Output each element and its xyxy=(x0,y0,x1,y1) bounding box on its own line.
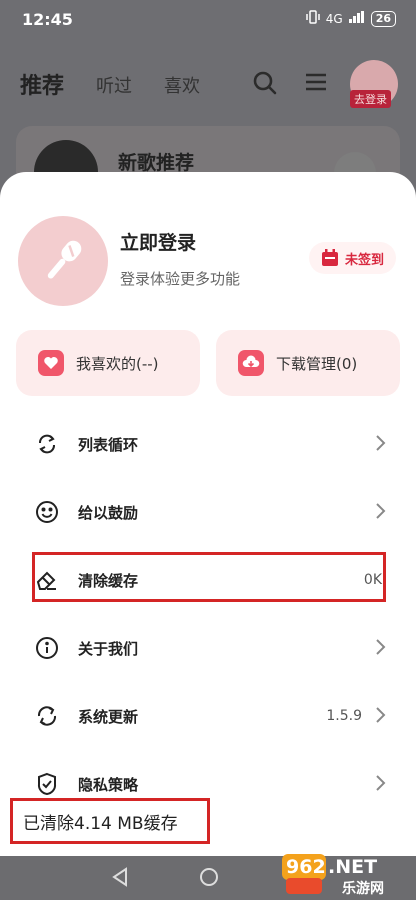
shield-check-icon xyxy=(34,771,60,797)
toast-message: 已清除4.14 MB缓存 xyxy=(10,798,210,844)
menu-label-privacy: 隐私策略 xyxy=(78,775,139,794)
settings-menu: 列表循环 给以鼓励 清除缓存 0K 关于我们 系统更新 1.5.9 隐私策略 xyxy=(0,410,416,818)
menu-label-loop: 列表循环 xyxy=(78,435,139,454)
chevron-right-icon xyxy=(374,706,386,728)
signin-button[interactable]: 未签到 xyxy=(308,242,396,274)
signal-icon xyxy=(348,11,365,26)
menu-item-loop[interactable]: 列表循环 xyxy=(0,410,416,478)
chevron-right-icon xyxy=(374,434,386,456)
loop-icon xyxy=(34,431,60,457)
menu-icon[interactable] xyxy=(304,70,328,98)
vibrate-icon xyxy=(306,10,320,27)
watermark-number: 962 xyxy=(286,856,326,878)
download-manager-button[interactable]: 下载管理(0) xyxy=(216,330,400,396)
watermark-sub: 乐游网 xyxy=(342,881,384,897)
refresh-icon xyxy=(34,703,60,729)
calendar-icon xyxy=(321,249,338,266)
chevron-right-icon xyxy=(374,774,386,796)
profile-avatar[interactable] xyxy=(18,216,108,306)
signin-label: 未签到 xyxy=(344,252,384,268)
network-label: 4G xyxy=(325,11,343,26)
login-title[interactable]: 立即登录 xyxy=(120,228,196,255)
battery-icon: 26 xyxy=(370,10,396,27)
menu-item-about[interactable]: 关于我们 xyxy=(0,614,416,682)
my-favorites-label: 我喜欢的(--) xyxy=(76,354,159,373)
toast-text: 已清除4.14 MB缓存 xyxy=(23,813,178,834)
login-subtitle: 登录体验更多功能 xyxy=(120,270,241,288)
menu-label-about: 关于我们 xyxy=(78,639,139,658)
new-songs-title: 新歌推荐 xyxy=(118,152,195,174)
back-icon[interactable] xyxy=(110,866,130,892)
status-icons: 4G 26 xyxy=(306,10,396,27)
heart-icon xyxy=(38,350,64,376)
menu-item-encourage[interactable]: 给以鼓励 xyxy=(0,478,416,546)
menu-label-encourage: 给以鼓励 xyxy=(78,503,139,522)
status-time: 12:45 xyxy=(22,10,73,29)
watermark-suffix: .NET xyxy=(328,856,378,878)
tab-history[interactable]: 听过 xyxy=(96,72,132,98)
info-icon xyxy=(34,635,60,661)
smile-icon xyxy=(34,499,60,525)
chevron-right-icon xyxy=(374,638,386,660)
menu-item-update[interactable]: 系统更新 1.5.9 xyxy=(0,682,416,750)
microphone-icon xyxy=(47,240,82,279)
tab-recommend[interactable]: 推荐 xyxy=(20,68,64,100)
home-icon[interactable] xyxy=(198,866,220,892)
highlight-box xyxy=(32,552,386,602)
user-menu-sheet: 立即登录 登录体验更多功能 未签到 我喜欢的(--) 下载管理(0) 列表循环 xyxy=(0,172,416,856)
status-bar: 12:45 4G 26 xyxy=(0,0,416,40)
download-manager-label: 下载管理(0) xyxy=(276,354,358,373)
menu-label-update: 系统更新 xyxy=(78,707,139,726)
app-header: 推荐 听过 喜欢 去登录 xyxy=(0,56,416,110)
tab-favorites[interactable]: 喜欢 xyxy=(164,72,200,98)
my-favorites-button[interactable]: 我喜欢的(--) xyxy=(16,330,200,396)
login-tag[interactable]: 去登录 xyxy=(350,90,391,108)
chevron-right-icon xyxy=(374,502,386,524)
app-version: 1.5.9 xyxy=(326,708,362,724)
cloud-download-icon xyxy=(238,350,264,376)
site-watermark: 962 .NET 乐游网 xyxy=(280,850,410,898)
search-icon[interactable] xyxy=(252,70,278,100)
